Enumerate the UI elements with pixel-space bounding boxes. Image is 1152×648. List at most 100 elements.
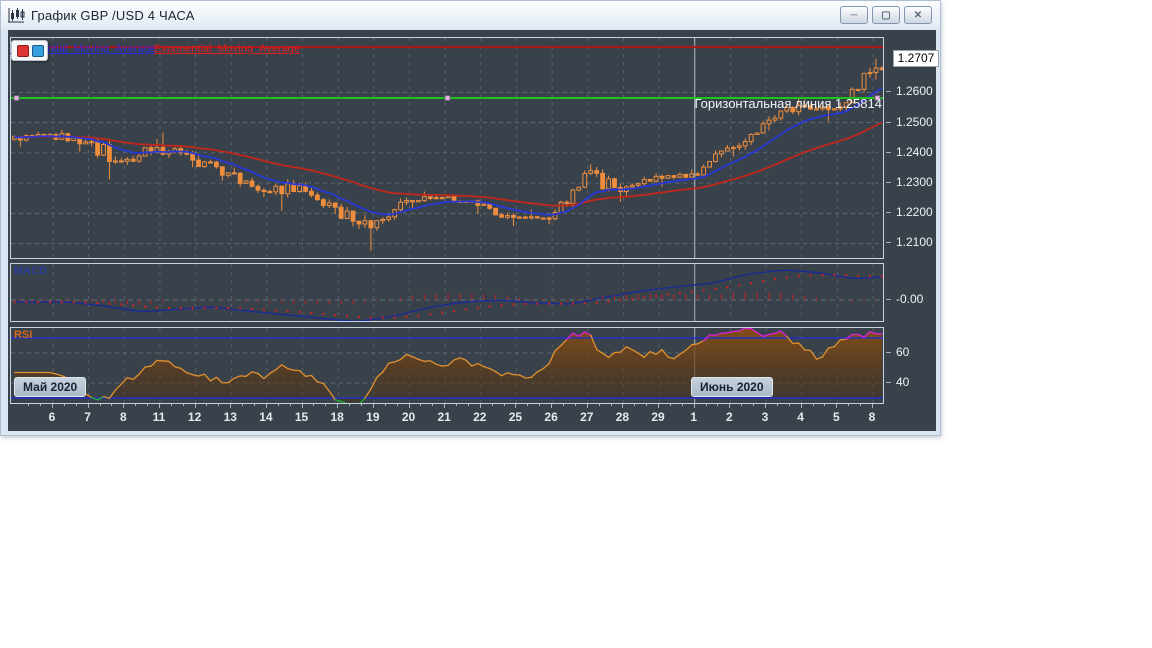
time-tick-mark: [158, 404, 160, 408]
time-tick-mark: [325, 404, 327, 406]
price-axis[interactable]: 1.2707 1.2600 1.2500 1.2400 1.2300 1.2200 1.2…: [886, 30, 939, 431]
date-label: 3: [761, 410, 769, 424]
blue-square-button[interactable]: [32, 45, 44, 57]
macd-panel[interactable]: [10, 263, 884, 322]
chart-window: График GBP /USD 4 ЧАСА ─ ▢ ✕ Exponential…: [0, 0, 941, 436]
time-tick-mark: [384, 404, 386, 406]
time-tick-mark: [871, 404, 873, 408]
time-tick-mark: [28, 404, 30, 406]
time-tick-mark: [206, 404, 208, 406]
time-tick-mark: [194, 404, 196, 408]
time-tick-mark: [242, 404, 244, 406]
time-tick-mark: [574, 404, 576, 406]
time-tick-mark: [87, 404, 89, 408]
price-tick-label: 1.2600: [896, 84, 933, 99]
date-label: 25: [508, 410, 523, 424]
price-tick-label: 1.2100: [896, 235, 933, 250]
chart-mini-toolbar: [11, 40, 48, 61]
chart-app-icon: [8, 8, 25, 23]
date-label: 15: [294, 410, 309, 424]
horizontal-line-label: Горизонтальная линия 1.25814: [694, 96, 882, 111]
date-label: 28: [615, 410, 630, 424]
date-label: 27: [580, 410, 594, 424]
month-label-june: Июнь 2020: [691, 377, 773, 397]
time-tick-mark: [372, 404, 374, 408]
time-tick-mark: [788, 404, 790, 406]
time-tick-mark: [562, 404, 564, 406]
month-label-may: Май 2020: [14, 377, 87, 397]
time-tick-mark: [812, 404, 814, 406]
price-panel[interactable]: [10, 37, 884, 259]
time-tick-mark: [479, 404, 481, 408]
time-tick-mark: [741, 404, 743, 406]
time-tick-mark: [491, 404, 493, 406]
time-tick-mark: [147, 404, 149, 406]
window-title: График GBP /USD 4 ЧАСА: [31, 7, 195, 23]
macd-zero-label: -0.00: [896, 292, 924, 306]
date-label: 13: [223, 410, 237, 424]
time-tick-mark: [40, 404, 42, 406]
time-tick-mark: [456, 404, 458, 406]
maximize-button[interactable]: ▢: [872, 6, 900, 24]
axis-tick-mark: [886, 212, 891, 214]
time-tick-mark: [693, 404, 695, 408]
time-tick-mark: [99, 404, 101, 406]
axis-tick-mark: [886, 382, 891, 383]
time-tick-mark: [301, 404, 303, 408]
date-label: 21: [437, 410, 451, 424]
time-tick-mark: [824, 404, 826, 406]
time-tick-mark: [467, 404, 469, 406]
close-button[interactable]: ✕: [904, 6, 932, 24]
time-axis[interactable]: 6 7 8 11 12 13 14 15 18 19 20 21 22 25 26 27 28 29 1 2 3 4 5 8: [10, 404, 884, 430]
time-tick-mark: [277, 404, 279, 406]
time-tick-mark: [776, 404, 778, 406]
time-tick-mark: [800, 404, 802, 408]
time-tick-mark: [610, 404, 612, 406]
axis-tick-mark: [886, 182, 891, 184]
red-square-button[interactable]: [17, 45, 29, 57]
date-label: 4: [797, 410, 804, 424]
date-label: 11: [152, 410, 166, 424]
axis-tick-mark: [886, 352, 891, 353]
time-tick-mark: [848, 404, 850, 406]
price-tick-label: 1.2500: [896, 114, 933, 129]
time-tick-mark: [75, 404, 77, 406]
time-tick-mark: [503, 404, 505, 406]
time-tick-mark: [729, 404, 731, 408]
time-tick-mark: [254, 404, 256, 406]
time-tick-mark: [52, 404, 53, 408]
time-tick-mark: [111, 404, 113, 406]
rsi-40-label: 40: [896, 375, 910, 389]
time-tick-mark: [289, 404, 291, 406]
date-label: 6: [48, 410, 56, 424]
minimize-button[interactable]: ─: [840, 6, 868, 24]
rsi-label: RSI: [14, 329, 33, 341]
price-tick-label: 1.2400: [896, 144, 933, 159]
date-label: 1: [690, 410, 698, 424]
time-tick-mark: [634, 404, 636, 406]
axis-tick-mark: [886, 299, 891, 300]
date-label: 29: [651, 410, 665, 424]
date-label: 8: [119, 410, 127, 424]
time-tick-mark: [646, 404, 648, 406]
time-tick-mark: [598, 404, 600, 406]
time-tick-mark: [717, 404, 719, 406]
date-label: 14: [259, 410, 273, 424]
axis-tick-mark: [886, 121, 891, 123]
time-tick-mark: [420, 404, 422, 406]
time-tick-mark: [396, 404, 398, 406]
desktop: График GBP /USD 4 ЧАСА ─ ▢ ✕ Exponential…: [0, 0, 1152, 648]
date-label: 5: [832, 410, 840, 424]
time-tick-mark: [432, 404, 434, 406]
date-label: 22: [473, 410, 487, 424]
time-tick-mark: [265, 404, 267, 408]
time-tick-mark: [836, 404, 838, 408]
time-tick-mark: [170, 404, 172, 406]
time-tick-mark: [765, 404, 766, 408]
time-tick-mark: [135, 404, 137, 406]
axis-tick-mark: [886, 91, 891, 93]
date-label: 8: [868, 410, 876, 424]
time-tick-mark: [218, 404, 220, 406]
date-label: 20: [401, 410, 416, 424]
legend-ma-slow: Exponential_Moving_Average: [154, 43, 300, 55]
